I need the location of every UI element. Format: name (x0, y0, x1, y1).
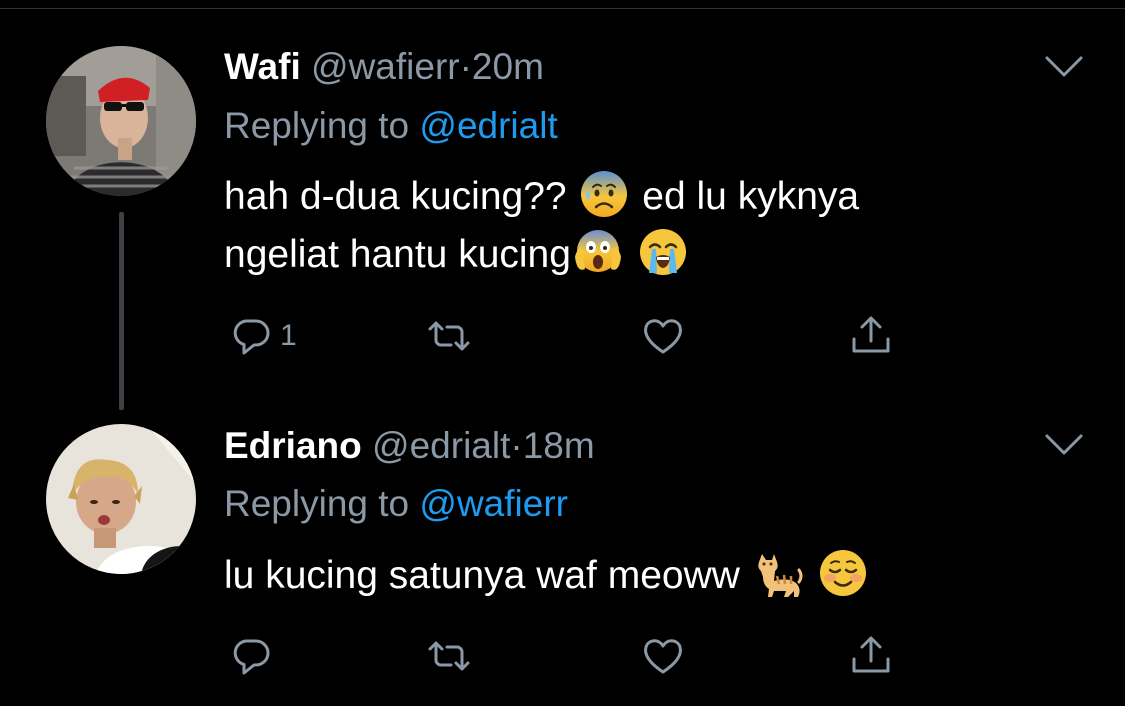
tweet-text: hah d-dua kucing?? ed lu kyknya ngeliat … (224, 168, 859, 284)
tweet-header: Wafi @wafierr·20m (224, 45, 544, 89)
replying-to-label: Replying to (224, 483, 410, 524)
display-name[interactable]: Edriano (224, 425, 362, 466)
timestamp[interactable]: 18m (523, 425, 595, 466)
avatar-photo (46, 424, 196, 574)
tweet: Wafi @wafierr·20m Replying to @edrialt h… (0, 0, 1125, 410)
retweet-icon (428, 641, 470, 671)
loudly-crying-emoji (638, 227, 688, 277)
share-icon (852, 316, 890, 353)
separator-dot: · (459, 46, 472, 87)
action-bar (224, 631, 924, 681)
user-handle[interactable]: @edrialt (372, 425, 510, 466)
tweet-text-line: ngeliat hantu kucing (224, 226, 859, 284)
share-icon (852, 636, 890, 673)
avatar-photo (46, 46, 196, 196)
tweet-text-line: lu kucing satunya waf meoww (224, 547, 870, 605)
timestamp[interactable]: 20m (472, 46, 544, 87)
separator-dot: · (510, 425, 523, 466)
smiling-blush-emoji (818, 548, 868, 598)
chevron-down-icon[interactable] (1044, 54, 1084, 80)
tweet-header: Edriano @edrialt·18m (224, 424, 595, 468)
tweet-text-line: hah d-dua kucing?? ed lu kyknya (224, 168, 859, 226)
tweet-text-segment: ed lu kyknya (642, 175, 860, 218)
like-button[interactable] (640, 631, 686, 681)
tweet: Edriano @edrialt·18m Replying to @wafier… (0, 410, 1125, 706)
retweet-button[interactable] (426, 311, 472, 361)
tweet-text-segment: ngeliat hantu kucing (224, 233, 571, 276)
chevron-down-icon[interactable] (1044, 432, 1084, 458)
share-button[interactable] (848, 631, 894, 681)
thread-line (119, 212, 124, 410)
reply-count: 1 (280, 319, 297, 352)
avatar[interactable] (46, 424, 196, 574)
replying-to-link[interactable]: @edrialt (419, 105, 557, 146)
avatar[interactable] (46, 46, 196, 196)
user-handle[interactable]: @wafierr (311, 46, 460, 87)
reply-icon (233, 319, 270, 355)
reply-button[interactable]: 1 (228, 311, 297, 361)
share-button[interactable] (848, 311, 894, 361)
replying-to-label: Replying to (224, 105, 410, 146)
action-bar: 1 (224, 311, 924, 361)
screaming-fear-emoji (573, 227, 623, 277)
cat-emoji (753, 548, 803, 598)
replying-to: Replying to @wafierr (224, 482, 568, 526)
tweet-text-segment: lu kucing satunya waf meoww (224, 554, 740, 597)
retweet-button[interactable] (426, 631, 472, 681)
like-icon (644, 319, 682, 354)
reply-icon (233, 639, 270, 675)
tweet-text-segment: hah d-dua kucing?? (224, 175, 567, 218)
anxious-sweat-emoji (579, 169, 629, 219)
reply-button[interactable] (228, 631, 274, 681)
retweet-icon (428, 321, 470, 351)
replying-to: Replying to @edrialt (224, 104, 558, 148)
replying-to-link[interactable]: @wafierr (419, 483, 568, 524)
like-icon (644, 639, 682, 674)
like-button[interactable] (640, 311, 686, 361)
tweet-text: lu kucing satunya waf meoww (224, 547, 870, 605)
display-name[interactable]: Wafi (224, 46, 301, 87)
